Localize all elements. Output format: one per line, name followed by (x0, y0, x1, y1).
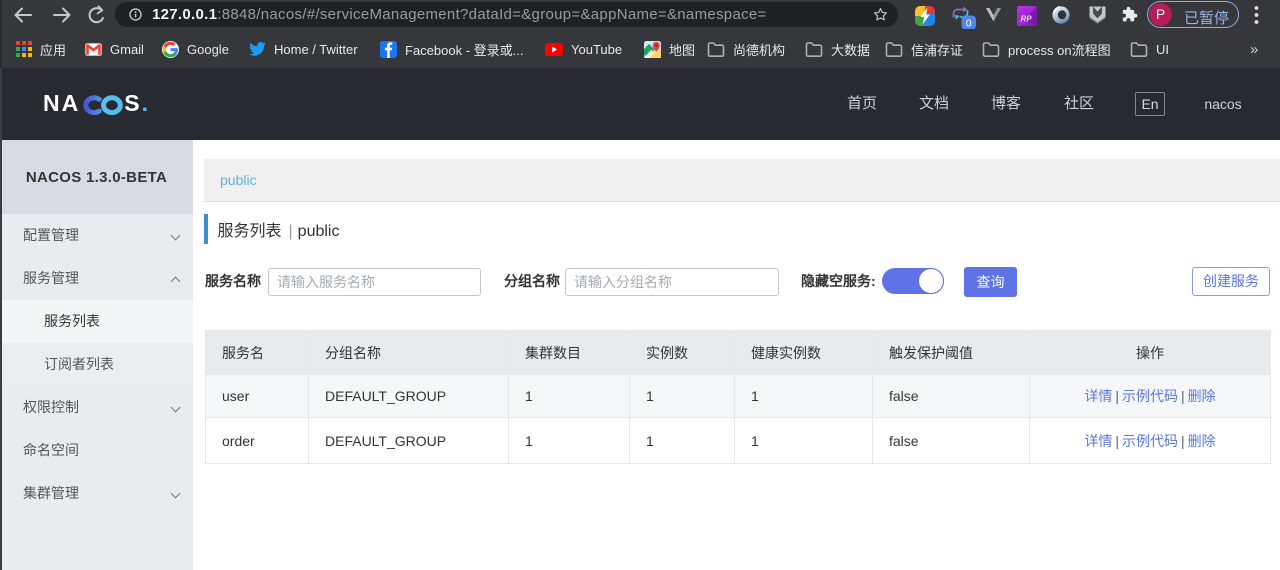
svg-text:RP: RP (1020, 15, 1032, 24)
svg-text:0: 0 (966, 17, 972, 29)
